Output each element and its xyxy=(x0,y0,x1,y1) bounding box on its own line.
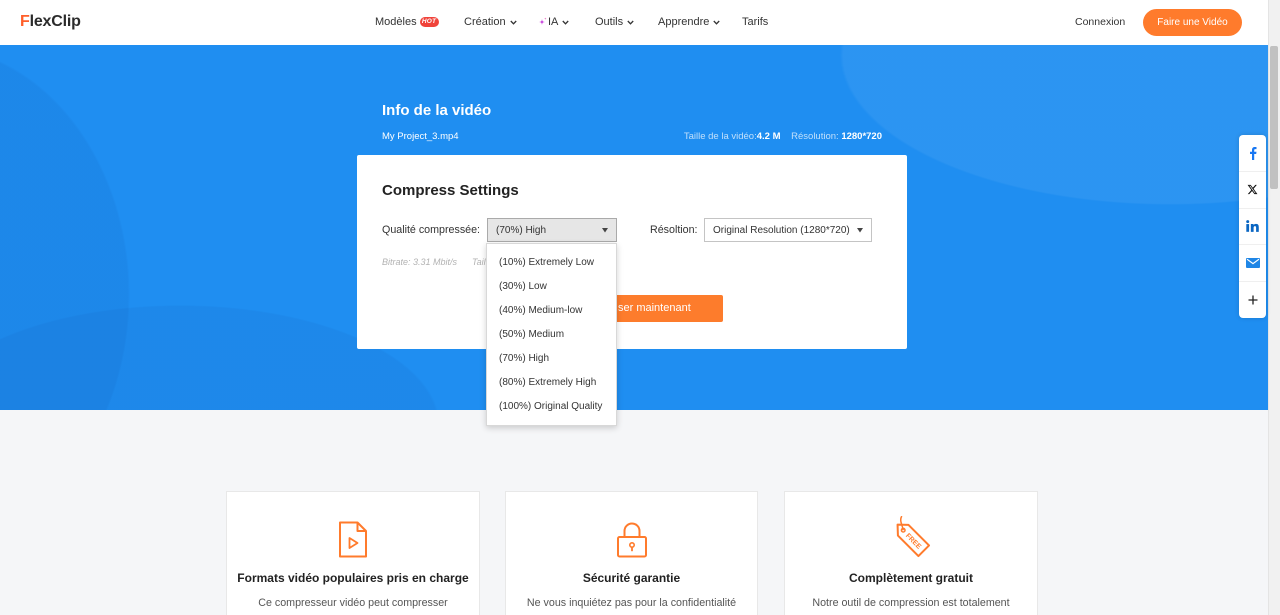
compress-settings-card: Compress Settings Qualité compressée: (7… xyxy=(357,155,907,349)
share-x[interactable] xyxy=(1239,170,1266,208)
make-video-button[interactable]: Faire une Vidéo xyxy=(1143,9,1242,36)
share-more[interactable] xyxy=(1239,281,1266,318)
padlock-icon xyxy=(616,522,647,558)
sparkle-icon xyxy=(539,17,547,25)
quality-option[interactable]: (50%) Medium xyxy=(487,323,616,347)
nav-creation-label: Création xyxy=(464,16,506,28)
quality-option[interactable]: (100%) Original Quality xyxy=(487,395,616,419)
feature-card-free: FREE Complètement gratuit Notre outil de… xyxy=(784,491,1038,615)
dropdown-arrow-icon xyxy=(857,228,863,233)
chevron-down-icon xyxy=(627,20,634,25)
plus-icon xyxy=(1248,295,1257,305)
video-size-value: 4.2 M xyxy=(756,131,781,142)
compress-settings-title: Compress Settings xyxy=(382,182,519,199)
chevron-down-icon xyxy=(509,20,517,25)
size-hint-text: Tail xyxy=(472,257,486,267)
quality-option[interactable]: (40%) Medium-low xyxy=(487,299,616,323)
nav-modeles[interactable]: Modèles HOT xyxy=(375,15,439,29)
quality-label: Qualité compressée: xyxy=(382,224,481,236)
resolution-select[interactable]: Original Resolution (1280*720) xyxy=(704,218,872,242)
nav-apprendre-label: Apprendre xyxy=(658,16,710,28)
x-icon xyxy=(1247,185,1258,195)
resolution-select-value: Original Resolution (1280*720) xyxy=(713,224,850,236)
feature-card-security: Sécurité garantie Ne vous inquiétez pas … xyxy=(505,491,758,615)
feature-title: Complètement gratuit xyxy=(848,571,973,585)
feature-card-formats: Formats vidéo populaires pris en charge … xyxy=(226,491,480,615)
top-nav-bar: FlexClip Modèles HOT Création IA Outils … xyxy=(0,0,1268,45)
hot-badge: HOT xyxy=(419,17,439,27)
nav-outils[interactable]: Outils xyxy=(595,15,634,29)
video-filename: My Project_3.mp4 xyxy=(382,131,459,142)
feature-description: Ne vous inquiétez pas pour la confidenti… xyxy=(526,597,737,609)
feature-title: Sécurité garantie xyxy=(582,571,681,585)
resolution-label: Résoltion: xyxy=(650,224,698,236)
nav-creation[interactable]: Création xyxy=(464,15,517,29)
nav-ia-label: IA xyxy=(548,16,559,28)
video-resolution-label: Résolution: xyxy=(791,131,839,142)
chevron-down-icon xyxy=(562,20,570,25)
flexclip-logo[interactable]: FlexClip xyxy=(20,12,81,32)
quality-option[interactable]: (30%) Low xyxy=(487,275,616,299)
quality-select-value: (70%) High xyxy=(496,224,547,236)
nav-modeles-label: Modèles xyxy=(375,16,417,28)
dropdown-arrow-icon xyxy=(602,228,608,233)
quality-select[interactable]: (70%) High xyxy=(487,218,617,242)
video-info-title: Info de la vidéo xyxy=(382,102,492,119)
share-linkedin[interactable] xyxy=(1239,207,1266,245)
email-icon xyxy=(1245,258,1260,269)
free-tag-icon: FREE xyxy=(896,516,931,558)
nav-outils-label: Outils xyxy=(595,16,624,28)
scrollbar-thumb[interactable] xyxy=(1270,46,1278,189)
chevron-down-icon xyxy=(713,20,721,25)
linkedin-icon xyxy=(1246,220,1259,233)
nav-tarifs[interactable]: Tarifs xyxy=(742,15,768,29)
feature-title: Formats vidéo populaires pris en charge xyxy=(237,571,469,585)
facebook-icon xyxy=(1249,146,1256,160)
video-resolution-value: 1280*720 xyxy=(841,131,882,142)
quality-dropdown-menu: (10%) Extremely Low (30%) Low (40%) Medi… xyxy=(486,243,617,426)
feature-description: Ce compresseur vidéo peut compresser xyxy=(258,597,448,609)
nav-ia[interactable]: IA xyxy=(538,15,570,29)
nav-tarifs-label: Tarifs xyxy=(742,16,769,28)
share-email[interactable] xyxy=(1239,244,1266,281)
video-file-icon xyxy=(339,521,367,558)
quality-option[interactable]: (70%) High xyxy=(487,347,616,371)
video-size-label: Taille de la vidéo: xyxy=(683,131,757,142)
nav-apprendre[interactable]: Apprendre xyxy=(658,15,721,29)
video-meta: Taille de la vidéo:4.2 M Résolution: 128… xyxy=(582,131,882,142)
quality-option[interactable]: (80%) Extremely High xyxy=(487,371,616,395)
login-link[interactable]: Connexion xyxy=(1075,16,1125,29)
feature-description: Notre outil de compression est totalemen… xyxy=(812,597,1010,609)
share-bar xyxy=(1239,135,1266,318)
bitrate-text: Bitrate: 3.31 Mbit/s xyxy=(382,257,458,267)
quality-option[interactable]: (10%) Extremely Low xyxy=(487,251,616,275)
share-facebook[interactable] xyxy=(1239,135,1266,171)
